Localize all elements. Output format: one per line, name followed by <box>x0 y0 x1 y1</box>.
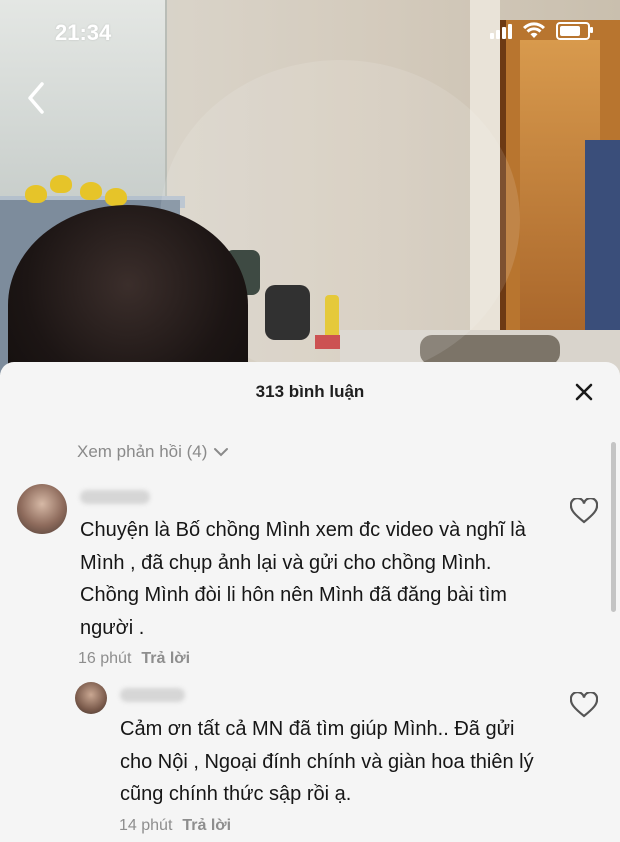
comment-meta: 16 phút Trả lời <box>78 650 190 668</box>
battery-icon <box>556 22 593 40</box>
view-replies-link[interactable]: Xem phản hồi (4) <box>77 442 229 462</box>
reply-time: 14 phút <box>119 817 173 834</box>
comments-count-title: 313 bình luận <box>255 382 365 401</box>
video-background <box>0 0 620 375</box>
blue-object <box>585 140 620 350</box>
comments-sheet: 313 bình luận Xem phản hồi (4) Chuyện là… <box>0 362 620 842</box>
status-time: 21:34 <box>55 20 112 45</box>
comment-text: Chuyện là Bố chồng Mình xem đc video và … <box>80 519 526 639</box>
chevron-down-icon <box>214 448 229 457</box>
status-icons <box>490 22 593 40</box>
avatar[interactable] <box>75 682 107 714</box>
scrollbar[interactable] <box>611 442 616 612</box>
wifi-icon <box>523 22 545 38</box>
reply-button[interactable]: Trả lời <box>182 817 231 835</box>
flower <box>25 185 47 203</box>
username-blurred[interactable] <box>120 688 185 702</box>
signal-icon <box>490 23 512 39</box>
heart-outline-icon[interactable] <box>570 498 598 524</box>
flower <box>105 188 127 206</box>
flower <box>80 182 102 200</box>
flower <box>50 175 72 193</box>
comment-time: 16 phút <box>78 650 132 667</box>
reply-text: Cảm ơn tất cả MN đã tìm giúp Mình.. Đã g… <box>120 718 534 805</box>
back-chevron-icon[interactable] <box>22 80 52 116</box>
close-icon[interactable] <box>574 382 594 402</box>
reply-button[interactable]: Trả lời <box>141 650 190 668</box>
username-blurred[interactable] <box>80 490 150 504</box>
reply-meta: 14 phút Trả lời <box>119 817 231 835</box>
avatar[interactable] <box>17 484 67 534</box>
view-replies-label: Xem phản hồi (4) <box>77 442 208 461</box>
heart-outline-icon[interactable] <box>570 692 598 718</box>
flowers <box>25 170 135 210</box>
